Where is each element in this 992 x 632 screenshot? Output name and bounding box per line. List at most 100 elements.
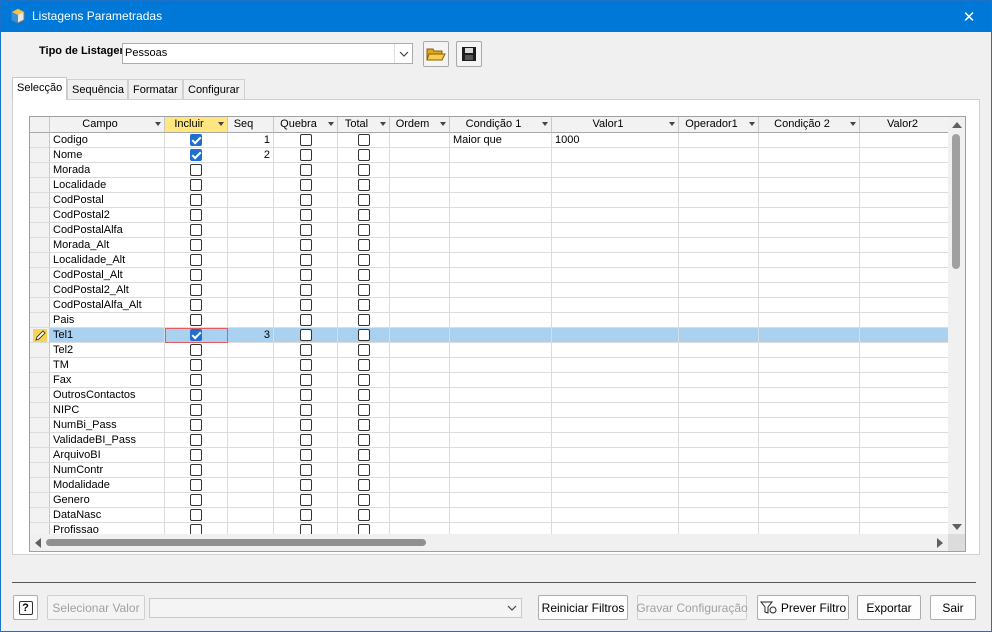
cell-total[interactable] (338, 448, 390, 463)
cell-quebra[interactable] (274, 403, 338, 418)
checkbox[interactable] (190, 299, 202, 311)
cell-cond2[interactable] (759, 268, 860, 283)
cell-valor2[interactable] (860, 448, 948, 463)
cell-operador1[interactable] (679, 388, 759, 403)
table-row[interactable]: Nome 2 (30, 148, 948, 163)
cell-total[interactable] (338, 133, 390, 148)
cell-ordem[interactable] (390, 433, 450, 448)
cell-incluir[interactable] (165, 208, 228, 223)
cell-valor1[interactable] (552, 388, 679, 403)
cell-total[interactable] (338, 373, 390, 388)
cell-cond2[interactable] (759, 433, 860, 448)
cell-valor2[interactable] (860, 163, 948, 178)
cell-operador1[interactable] (679, 133, 759, 148)
checkbox[interactable] (300, 149, 312, 161)
table-row[interactable]: CodPostal2_Alt (30, 283, 948, 298)
cell-incluir[interactable] (165, 238, 228, 253)
cell-operador1[interactable] (679, 283, 759, 298)
cell-cond1[interactable] (450, 208, 552, 223)
cell-incluir[interactable] (165, 373, 228, 388)
checkbox[interactable] (300, 239, 312, 251)
table-row[interactable]: DataNasc (30, 508, 948, 523)
cell-cond1[interactable] (450, 328, 552, 343)
cell-ordem[interactable] (390, 148, 450, 163)
checkbox[interactable] (358, 164, 370, 176)
cell-cond1[interactable] (450, 493, 552, 508)
cell-total[interactable] (338, 493, 390, 508)
cell-valor1[interactable] (552, 433, 679, 448)
cell-ordem[interactable] (390, 478, 450, 493)
cell-quebra[interactable] (274, 493, 338, 508)
checkbox[interactable] (358, 449, 370, 461)
table-row[interactable]: CodPostalAlfa (30, 223, 948, 238)
checkbox[interactable] (358, 239, 370, 251)
scroll-thumb[interactable] (46, 539, 426, 546)
cell-cond1[interactable] (450, 508, 552, 523)
cell-ordem[interactable] (390, 193, 450, 208)
cell-cond2[interactable] (759, 463, 860, 478)
cell-seq[interactable]: 2 (228, 148, 274, 163)
checkbox[interactable] (300, 359, 312, 371)
dropdown-arrow-icon[interactable] (380, 122, 386, 126)
cell-seq[interactable] (228, 178, 274, 193)
cell-operador1[interactable] (679, 463, 759, 478)
cell-cond1[interactable] (450, 403, 552, 418)
cell-valor2[interactable] (860, 253, 948, 268)
cell-operador1[interactable] (679, 403, 759, 418)
cell-valor1[interactable] (552, 163, 679, 178)
cell-total[interactable] (338, 208, 390, 223)
checkbox[interactable] (190, 314, 202, 326)
checkbox[interactable] (358, 134, 370, 146)
cell-operador1[interactable] (679, 163, 759, 178)
cell-ordem[interactable] (390, 373, 450, 388)
cell-incluir[interactable] (165, 298, 228, 313)
cell-cond2[interactable] (759, 418, 860, 433)
cell-valor1[interactable] (552, 223, 679, 238)
cell-campo[interactable]: CodPostal_Alt (50, 268, 165, 283)
table-row[interactable]: CodPostalAlfa_Alt (30, 298, 948, 313)
table-row[interactable]: NumBi_Pass (30, 418, 948, 433)
cell-total[interactable] (338, 148, 390, 163)
cell-cond1[interactable] (450, 193, 552, 208)
cell-total[interactable] (338, 508, 390, 523)
cell-incluir[interactable] (165, 268, 228, 283)
table-row[interactable]: ValidadeBI_Pass (30, 433, 948, 448)
cell-ordem[interactable] (390, 133, 450, 148)
cell-incluir[interactable] (165, 313, 228, 328)
table-row[interactable]: NumContr (30, 463, 948, 478)
cell-ordem[interactable] (390, 283, 450, 298)
cell-valor2[interactable] (860, 388, 948, 403)
cell-seq[interactable] (228, 208, 274, 223)
cell-ordem[interactable] (390, 238, 450, 253)
cell-cond1[interactable] (450, 253, 552, 268)
checkbox[interactable] (358, 434, 370, 446)
cell-cond2[interactable] (759, 358, 860, 373)
cell-incluir[interactable] (165, 358, 228, 373)
cell-quebra[interactable] (274, 223, 338, 238)
cell-operador1[interactable] (679, 478, 759, 493)
cell-valor2[interactable] (860, 238, 948, 253)
cell-operador1[interactable] (679, 298, 759, 313)
checkbox[interactable] (190, 479, 202, 491)
table-row[interactable]: CodPostal (30, 193, 948, 208)
checkbox[interactable] (300, 479, 312, 491)
cell-campo[interactable]: NumContr (50, 463, 165, 478)
checkbox[interactable] (190, 134, 202, 146)
cell-cond1[interactable] (450, 283, 552, 298)
exportar-button[interactable]: Exportar (857, 595, 921, 620)
table-row[interactable]: Genero (30, 493, 948, 508)
checkbox[interactable] (190, 344, 202, 356)
cell-cond1[interactable] (450, 448, 552, 463)
cell-quebra[interactable] (274, 373, 338, 388)
cell-valor2[interactable] (860, 313, 948, 328)
cell-total[interactable] (338, 403, 390, 418)
cell-campo[interactable]: CodPostal (50, 193, 165, 208)
cell-valor2[interactable] (860, 178, 948, 193)
checkbox[interactable] (300, 419, 312, 431)
cell-valor2[interactable] (860, 358, 948, 373)
cell-valor1[interactable] (552, 373, 679, 388)
cell-ordem[interactable] (390, 268, 450, 283)
cell-cond2[interactable] (759, 193, 860, 208)
cell-operador1[interactable] (679, 238, 759, 253)
cell-campo[interactable]: ValidadeBI_Pass (50, 433, 165, 448)
